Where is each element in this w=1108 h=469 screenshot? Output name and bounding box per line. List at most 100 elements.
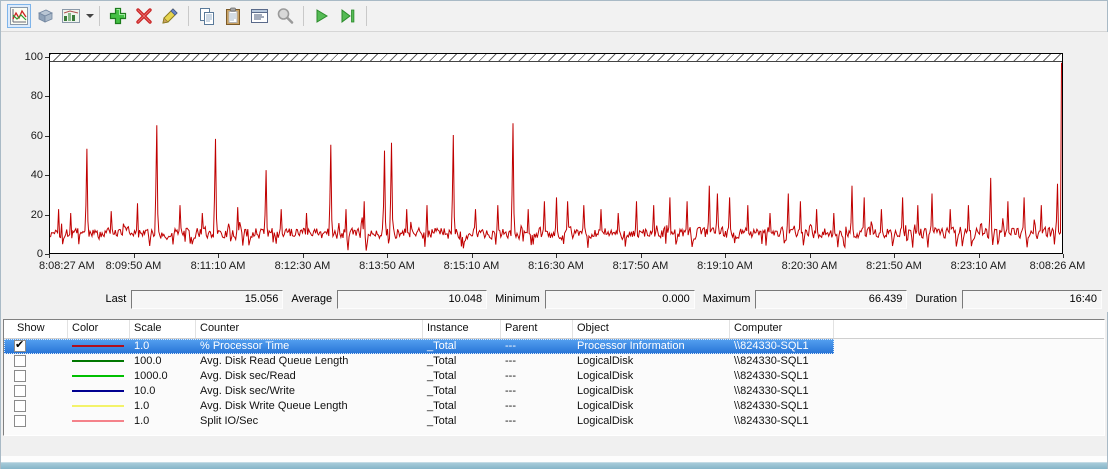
zoom-icon[interactable] [273, 4, 297, 28]
legend-rows: ✔ 1.0 % Processor Time _Total --- Processor I… [4, 339, 1104, 429]
object-cell: LogicalDisk [577, 355, 634, 367]
legend-column-header-computer[interactable]: Computer [730, 320, 834, 338]
toolbar [1, 1, 1107, 32]
scale-cell: 1.0 [134, 340, 150, 352]
value-bar: Last 15.056 Average 10.048 Minimum 0.000… [1, 289, 1102, 309]
x-tick-label: 8:13:50 AM [359, 260, 415, 272]
scale-cell: 100.0 [134, 355, 162, 367]
counter-cell: % Processor Time [200, 340, 290, 352]
toolbar-separator [366, 6, 367, 26]
x-tick-mark [556, 254, 557, 258]
legend-column-header-parent[interactable]: Parent [501, 320, 573, 338]
maximum-label: Maximum [702, 293, 751, 305]
view-current-activity-icon[interactable] [7, 4, 31, 28]
computer-cell: \\824330-SQL1 [734, 415, 809, 427]
paste-counter-list-icon[interactable] [221, 4, 245, 28]
y-tick-label: 0 [36, 248, 43, 260]
legend-row[interactable]: ✔ 1.0 % Processor Time _Total --- Processor I… [4, 339, 834, 354]
counter-cell: Avg. Disk Read Queue Length [200, 355, 349, 367]
show-checkbox[interactable] [14, 415, 26, 428]
instance-cell: _Total [427, 340, 457, 352]
change-graph-type-dropdown[interactable] [58, 4, 94, 28]
delete-counter-icon[interactable] [132, 4, 156, 28]
x-tick-mark [725, 254, 726, 258]
performance-monitor-window: 0 20 40 60 80 100 8:08:27 AM 8:09:50 AM 8:11:10… [0, 0, 1108, 469]
x-tick-mark [387, 254, 388, 258]
show-checkbox[interactable] [14, 370, 26, 383]
x-tick-mark [640, 254, 642, 258]
x-tick-mark [218, 254, 219, 258]
last-label: Last [105, 293, 127, 305]
show-checkbox[interactable]: ✔ [14, 339, 26, 353]
legend-column-header-show[interactable]: Show [4, 320, 68, 338]
scale-cell: 1.0 [134, 400, 150, 412]
x-tick-mark [302, 254, 304, 258]
parent-cell: --- [505, 385, 516, 397]
show-checkbox[interactable] [14, 400, 26, 413]
x-tick-label: 8:16:30 AM [528, 260, 584, 272]
color-swatch [72, 375, 124, 378]
computer-cell: \\824330-SQL1 [734, 355, 809, 367]
counter-cell: Avg. Disk sec/Write [200, 385, 295, 397]
y-tick-label: 40 [30, 169, 43, 182]
parent-cell: --- [505, 400, 516, 412]
show-checkbox[interactable] [14, 385, 26, 398]
change-graph-type-icon[interactable] [59, 4, 83, 28]
object-cell: LogicalDisk [577, 370, 634, 382]
average-value: 10.048 [337, 289, 488, 309]
x-tick-label: 8:08:26 AM [1029, 260, 1086, 272]
duration-label: Duration [915, 293, 957, 305]
show-checkbox[interactable] [14, 355, 26, 368]
update-data-icon[interactable] [336, 4, 360, 28]
toolbar-separator [303, 6, 304, 26]
x-tick-label: 8:21:50 AM [866, 260, 922, 272]
legend-row[interactable]: 1.0 Avg. Disk Write Queue Length _Total ---… [4, 399, 834, 414]
legend-row[interactable]: 1000.0 Avg. Disk sec/Read _Total --- Logical… [4, 369, 834, 384]
last-value: 15.056 [131, 289, 284, 309]
instance-cell: _Total [427, 400, 457, 412]
chevron-down-icon[interactable] [86, 14, 94, 18]
legend-column-header-color[interactable]: Color [68, 320, 130, 338]
x-tick-mark [1063, 254, 1064, 258]
legend-header: Show Color Scale Counter Instance Parent Objec… [4, 320, 1104, 339]
legend-row[interactable]: 1.0 Split IO/Sec _Total --- LogicalDisk \\824… [4, 414, 834, 429]
legend-column-header-counter[interactable]: Counter [196, 320, 423, 338]
scale-cell: 1.0 [134, 415, 150, 427]
color-swatch [72, 420, 124, 423]
instance-cell: _Total [427, 415, 457, 427]
add-counter-icon[interactable] [106, 4, 130, 28]
y-tick-label: 20 [30, 208, 43, 221]
unfreeze-display-icon[interactable] [310, 4, 334, 28]
legend-row[interactable]: 100.0 Avg. Disk Read Queue Length _Total --… [4, 354, 834, 369]
y-tick-label: 80 [30, 90, 43, 103]
x-tick-mark [894, 254, 895, 258]
legend-column-header-scale[interactable]: Scale [130, 320, 196, 338]
view-log-data-icon[interactable] [33, 4, 57, 28]
object-cell: LogicalDisk [577, 415, 634, 427]
computer-cell: \\824330-SQL1 [734, 400, 809, 412]
parent-cell: --- [505, 340, 516, 352]
properties-icon[interactable] [247, 4, 271, 28]
graph-plot-area[interactable] [49, 53, 1063, 254]
legend-row[interactable]: 10.0 Avg. Disk sec/Write _Total --- LogicalD… [4, 384, 834, 399]
processor-time-line-series [50, 62, 1062, 251]
highlight-icon[interactable] [158, 4, 182, 28]
color-swatch [72, 345, 124, 348]
copy-properties-icon[interactable] [195, 4, 219, 28]
x-tick-mark [133, 254, 135, 258]
x-tick-label: 8:20:30 AM [781, 260, 838, 272]
x-tick-label: 8:15:10 AM [443, 260, 500, 272]
x-tick-mark [49, 254, 50, 258]
x-tick-label: 8:08:27 AM [38, 260, 95, 272]
counter-cell: Split IO/Sec [200, 415, 259, 427]
legend-column-header-object[interactable]: Object [573, 320, 730, 338]
minimum-label: Minimum [495, 293, 540, 305]
x-tick-label: 8:09:50 AM [105, 260, 162, 272]
x-tick-mark [471, 254, 473, 258]
legend-column-header-instance[interactable]: Instance [423, 320, 501, 338]
object-cell: LogicalDisk [577, 400, 634, 412]
y-tick-label: 100 [24, 51, 43, 63]
x-tick-label: 8:12:30 AM [274, 260, 331, 272]
counter-cell: Avg. Disk sec/Read [200, 370, 296, 382]
toolbar-separator [188, 6, 189, 26]
